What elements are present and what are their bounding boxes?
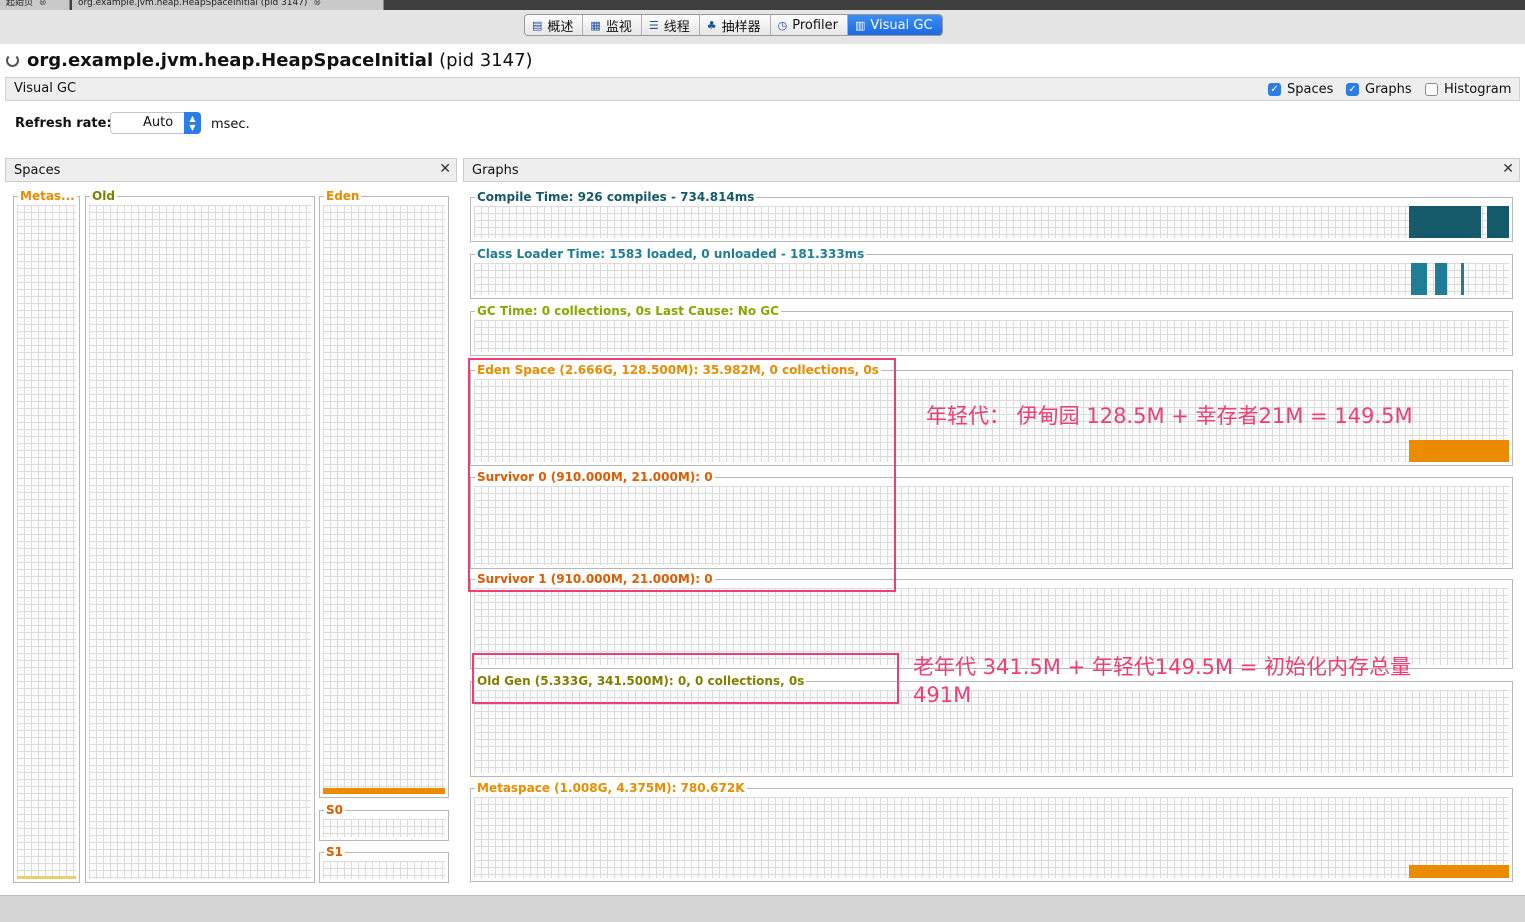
class-loader-label: Class Loader Time: 1583 loaded, 0 unload… bbox=[475, 247, 867, 261]
compile-time-plot bbox=[474, 206, 1509, 238]
overview-icon: ▤ bbox=[532, 18, 543, 32]
loading-spinner-icon bbox=[6, 54, 19, 67]
class-loader-activity-mark bbox=[1461, 263, 1464, 295]
spaces-panel-header: Spaces ✕ bbox=[5, 158, 457, 182]
doc-tab-label: org.example.jvm.heap.HeapSpaceInitial (p… bbox=[78, 0, 308, 8]
window-tab-strip: 起始页 ⊗ org.example.jvm.heap.HeapSpaceIniti… bbox=[0, 0, 1525, 10]
doc-tab-label: 起始页 bbox=[6, 0, 34, 8]
s1-grid bbox=[323, 861, 445, 879]
metaspace-usage-mark bbox=[1409, 865, 1509, 878]
graphs-checkbox-label: Graphs bbox=[1365, 82, 1412, 97]
checkmark-icon: ✓ bbox=[1268, 83, 1281, 96]
compile-time-activity-mark bbox=[1409, 206, 1481, 238]
old-label: Old bbox=[90, 189, 117, 203]
compile-time-label: Compile Time: 926 compiles - 734.814ms bbox=[475, 190, 757, 204]
young-gen-highlight bbox=[468, 358, 896, 592]
metaspace-graph: Metaspace (1.008G, 4.375M): 780.672K bbox=[470, 781, 1513, 882]
close-icon[interactable]: ✕ bbox=[1502, 161, 1514, 177]
metaspace-space: Metas... bbox=[13, 189, 80, 883]
metaspace-plot bbox=[474, 797, 1509, 878]
tab-label: Profiler bbox=[792, 17, 839, 33]
s0-grid bbox=[323, 819, 445, 837]
close-icon[interactable]: ⊗ bbox=[313, 0, 321, 8]
eden-usage-bar bbox=[323, 788, 445, 794]
graphs-checkbox[interactable]: ✓ Graphs bbox=[1346, 82, 1412, 97]
profiler-icon: ◷ bbox=[777, 18, 788, 32]
checkmark-icon: ✓ bbox=[1346, 83, 1359, 96]
visual-gc-icon: ▥ bbox=[855, 18, 866, 32]
app-name: org.example.jvm.heap.HeapSpaceInitial bbox=[27, 50, 434, 71]
eden-label: Eden bbox=[324, 189, 362, 203]
tab-label: 概述 bbox=[547, 19, 574, 35]
tab-sampler[interactable]: ♣ 抽样器 bbox=[700, 15, 771, 35]
doc-tab-start-page[interactable]: 起始页 ⊗ bbox=[0, 0, 70, 10]
refresh-rate-label: Refresh rate: bbox=[15, 116, 112, 131]
old-space: Old bbox=[85, 189, 315, 883]
old-grid bbox=[89, 205, 311, 879]
spaces-panel-title: Spaces bbox=[14, 163, 61, 178]
eden-space: Eden bbox=[319, 189, 449, 798]
threads-icon: ☰ bbox=[648, 18, 659, 32]
histogram-checkbox[interactable]: Histogram bbox=[1425, 82, 1511, 97]
s0-space: S0 bbox=[319, 803, 449, 841]
metaspace-usage-bar bbox=[17, 876, 76, 879]
s1-label: S1 bbox=[324, 845, 345, 859]
total-memory-annotation-line1: 老年代 341.5M + 年轻代149.5M = 初始化内存总量 bbox=[913, 655, 1412, 679]
class-loader-activity-mark bbox=[1435, 263, 1447, 295]
status-bar bbox=[0, 895, 1525, 922]
tab-label: 监视 bbox=[605, 19, 632, 35]
tab-threads[interactable]: ☰ 线程 bbox=[642, 15, 700, 35]
old-gen-highlight bbox=[472, 653, 899, 704]
young-gen-annotation: 年轻代： 伊甸园 128.5M + 幸存者21M = 149.5M bbox=[926, 404, 1413, 428]
class-loader-graph: Class Loader Time: 1583 loaded, 0 unload… bbox=[470, 247, 1513, 299]
sampler-icon: ♣ bbox=[706, 18, 717, 32]
spaces-checkbox[interactable]: ✓ Spaces bbox=[1268, 82, 1333, 97]
eden-space-usage-mark bbox=[1409, 440, 1509, 462]
class-loader-plot bbox=[474, 263, 1509, 295]
view-tabs: ▤ 概述 ▦ 监视 ☰ 线程 ♣ 抽样器 ◷ Profiler ▥ Visual GC bbox=[524, 14, 943, 36]
visual-gc-label: Visual GC bbox=[14, 81, 77, 96]
main-content: org.example.jvm.heap.HeapSpaceInitial (p… bbox=[0, 44, 1525, 895]
compile-time-graph: Compile Time: 926 compiles - 734.814ms bbox=[470, 190, 1513, 242]
tab-label: 线程 bbox=[663, 19, 690, 35]
total-memory-annotation-line2: 491M bbox=[913, 683, 972, 707]
page-title: org.example.jvm.heap.HeapSpaceInitial (p… bbox=[6, 50, 533, 71]
compile-time-activity-mark bbox=[1487, 206, 1509, 238]
app-pid: (pid 3147) bbox=[439, 50, 533, 71]
histogram-checkbox-label: Histogram bbox=[1444, 82, 1512, 97]
metaspace-label: Metas... bbox=[18, 189, 77, 203]
gc-time-label: GC Time: 0 collections, 0s Last Cause: N… bbox=[475, 304, 781, 318]
close-icon[interactable]: ✕ bbox=[439, 161, 451, 177]
visual-gc-header: Visual GC ✓ Spaces ✓ Graphs Histogram bbox=[5, 77, 1520, 101]
graphs-panel-header: Graphs ✕ bbox=[463, 158, 1520, 182]
class-loader-activity-mark bbox=[1411, 263, 1427, 295]
metaspace-graph-label: Metaspace (1.008G, 4.375M): 780.672K bbox=[475, 781, 747, 795]
doc-tab-heap-space-initial[interactable]: org.example.jvm.heap.HeapSpaceInitial (p… bbox=[72, 0, 384, 10]
spaces-checkbox-label: Spaces bbox=[1287, 82, 1334, 97]
monitor-icon: ▦ bbox=[590, 18, 601, 32]
tab-label: Visual GC bbox=[870, 17, 933, 33]
metaspace-grid bbox=[17, 205, 76, 879]
graphs-panel-title: Graphs bbox=[472, 163, 519, 178]
view-toolbar: ▤ 概述 ▦ 监视 ☰ 线程 ♣ 抽样器 ◷ Profiler ▥ Visual GC bbox=[0, 10, 1525, 44]
tab-label: 抽样器 bbox=[721, 19, 761, 35]
tab-visual-gc[interactable]: ▥ Visual GC bbox=[848, 15, 942, 35]
tab-profiler[interactable]: ◷ Profiler bbox=[771, 15, 849, 35]
eden-grid bbox=[323, 205, 445, 794]
refresh-rate-value: Auto bbox=[143, 115, 174, 130]
chevron-up-down-icon[interactable]: ▲ ▼ bbox=[184, 112, 201, 134]
gc-time-graph: GC Time: 0 collections, 0s Last Cause: N… bbox=[470, 304, 1513, 356]
refresh-rate-unit: msec. bbox=[211, 117, 250, 132]
s1-space: S1 bbox=[319, 845, 449, 883]
s0-label: S0 bbox=[324, 803, 345, 817]
tab-monitor[interactable]: ▦ 监视 bbox=[583, 15, 642, 35]
checkbox-empty-icon bbox=[1425, 83, 1438, 96]
gc-time-plot bbox=[474, 320, 1509, 352]
refresh-rate-select[interactable]: Auto ▲ ▼ bbox=[110, 112, 201, 134]
close-icon[interactable]: ⊗ bbox=[39, 0, 47, 8]
tab-overview[interactable]: ▤ 概述 bbox=[525, 15, 584, 35]
